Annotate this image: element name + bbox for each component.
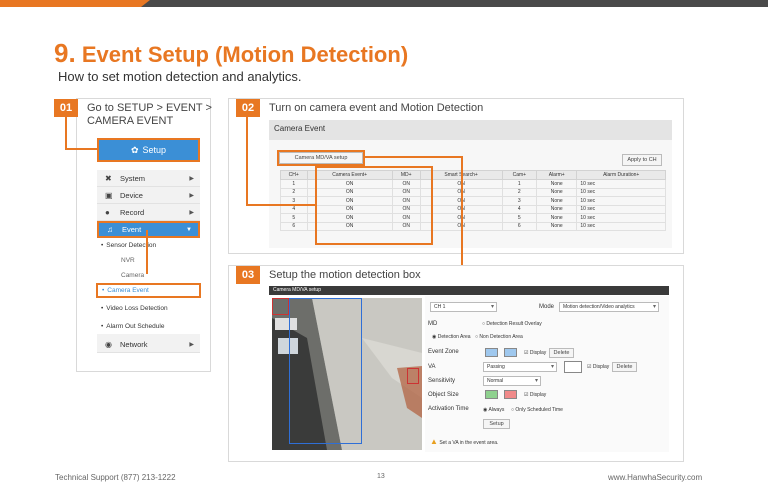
chevron-right-icon: ▶	[189, 192, 194, 199]
page-subtitle: How to set motion detection and analytic…	[58, 69, 302, 84]
menu-item-device[interactable]: ▣ Device ▶	[97, 187, 200, 204]
event-submenu: • Sensor Detection NVR Camera • Camera Eve…	[96, 238, 201, 334]
md-setup-header: Camera MD/VA setup	[269, 286, 669, 295]
step3-text: Setup the motion detection box	[269, 269, 421, 281]
va-line[interactable]	[407, 368, 419, 384]
menu-spacer	[97, 162, 200, 170]
va-warning: ▲ Set a VA in the event area.	[430, 437, 499, 446]
object-size-label: Object Size	[428, 392, 459, 398]
submenu-camera-event[interactable]: • Camera Event	[96, 283, 201, 298]
non-detection-area-option[interactable]: ○ Non Detection Area	[475, 334, 523, 340]
va-label: VA	[428, 364, 436, 370]
camera-icon: ▣	[105, 190, 113, 200]
submenu-alarm-out[interactable]: • Alarm Out Schedule	[97, 319, 200, 334]
polygon-zone-tool[interactable]	[504, 348, 517, 357]
step2-badge: 02	[236, 99, 260, 117]
va-display-checkbox[interactable]: ☑ Display	[587, 364, 609, 370]
object-size-min[interactable]	[485, 390, 498, 399]
record-icon: ●	[105, 207, 110, 217]
col-alarm-duration[interactable]: Alarm Duration+	[576, 170, 666, 180]
step1-text: Go to SETUP > EVENT > CAMERA EVENT	[87, 102, 212, 127]
mode-label: Mode	[539, 304, 555, 310]
chevron-right-icon: ▶	[189, 209, 194, 216]
va-select[interactable]: Passing	[483, 362, 557, 372]
chevron-down-icon: ▼	[186, 226, 192, 233]
submenu-nvr[interactable]: NVR	[97, 253, 200, 268]
submenu-video-loss[interactable]: • Video Loss Detection	[97, 301, 200, 316]
setup-menu: ✿ Setup ✖ System ▶ ▣ Device ▶ ● Record ▶…	[96, 138, 201, 353]
footer-website: www.HanwhaSecurity.com	[608, 473, 703, 482]
detection-result-overlay-option[interactable]: ○ Detection Result Overlay	[482, 321, 542, 327]
connector-step1-v	[65, 117, 67, 149]
warning-icon: ▲	[430, 437, 438, 446]
chevron-right-icon: ▶	[189, 341, 194, 348]
footer-page-number: 13	[377, 473, 385, 480]
step2-text: Turn on camera event and Motion Detectio…	[269, 102, 484, 114]
object-size-max[interactable]	[504, 390, 517, 399]
activation-scheduled-option[interactable]: ○ Only Scheduled Time	[511, 407, 563, 413]
col-ch[interactable]: CH+	[280, 170, 308, 180]
gear-icon: ✿	[130, 144, 139, 155]
va-delete-button[interactable]: Delete	[612, 362, 637, 372]
activation-always-option[interactable]: ◉ Always	[483, 407, 504, 413]
sensitivity-select[interactable]: Normal	[483, 376, 541, 386]
globe-icon: ◉	[105, 339, 112, 349]
md-setup-button[interactable]: Setup	[483, 419, 510, 429]
wrench-icon: ✖	[105, 173, 112, 183]
event-zone-delete-button[interactable]: Delete	[549, 348, 574, 358]
menu-item-network[interactable]: ◉ Network ▶	[97, 336, 200, 353]
detection-box-red[interactable]	[272, 298, 289, 315]
detection-box-blue[interactable]	[289, 298, 362, 444]
menu-item-record[interactable]: ● Record ▶	[97, 204, 200, 221]
apply-to-ch-button[interactable]: Apply to CH	[622, 154, 662, 166]
rect-zone-tool[interactable]	[485, 348, 498, 357]
submenu-camera[interactable]: Camera	[97, 268, 200, 283]
event-zone-display-checkbox[interactable]: ☑ Display	[524, 350, 546, 356]
step1-badge: 01	[54, 99, 78, 117]
event-zone-label: Event Zone	[428, 349, 459, 355]
connector-step2-v	[246, 117, 248, 205]
highlight-setup-button	[277, 150, 365, 166]
connector-setup-h	[364, 156, 462, 158]
mode-select[interactable]: Motion detection/Video analytics	[559, 302, 659, 312]
channel-select[interactable]: CH 1	[430, 302, 497, 312]
page-title: 9. Event Setup (Motion Detection)	[54, 38, 409, 68]
step3-badge: 03	[236, 266, 260, 284]
camera-event-panel-title: Camera Event	[269, 120, 672, 140]
highlight-event-md-columns	[315, 166, 433, 245]
va-line-tool[interactable]	[564, 361, 582, 373]
connector-event-camera	[146, 230, 148, 274]
md-settings-form: CH 1 Mode Motion detection/Video analyti…	[425, 296, 669, 452]
footer-support: Technical Support (877) 213-1222	[55, 473, 176, 482]
col-alarm[interactable]: Alarm+	[536, 170, 578, 180]
camera-preview[interactable]	[272, 298, 422, 450]
menu-item-system[interactable]: ✖ System ▶	[97, 170, 200, 187]
top-accent-bar	[0, 0, 150, 7]
setup-button[interactable]: ✿ Setup	[97, 138, 200, 162]
connector-step2-h	[246, 204, 316, 206]
activation-time-label: Activation Time	[428, 406, 469, 412]
md-label: MD	[428, 321, 438, 327]
sensitivity-label: Sensitivity	[428, 378, 456, 384]
submenu-sensor-detection[interactable]: • Sensor Detection	[97, 238, 200, 253]
menu-item-event[interactable]: ♫ Event ▼	[97, 221, 200, 238]
bell-icon: ♫	[107, 225, 113, 234]
detection-area-option[interactable]: ◉ Detection Area	[432, 334, 471, 340]
connector-step1-h	[65, 148, 98, 150]
object-size-display-checkbox[interactable]: ☑ Display	[524, 392, 546, 398]
chevron-right-icon: ▶	[189, 175, 194, 182]
col-cam[interactable]: Cam+	[501, 170, 538, 180]
